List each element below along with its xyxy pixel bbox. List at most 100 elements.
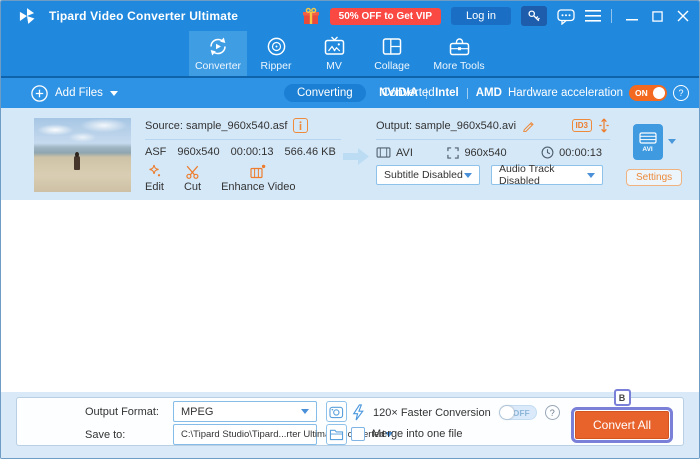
save-to-label: Save to: (85, 429, 173, 441)
merge-checkbox[interactable] (351, 427, 365, 441)
merge-label: Merge into one file (372, 428, 463, 440)
gift-icon[interactable] (302, 7, 320, 25)
subtitle-dropdown[interactable]: Subtitle Disabled (376, 165, 480, 185)
app-window: Tipard Video Converter Ultimate 50% OFF … (0, 0, 700, 459)
output-resolution: 960x540 (464, 147, 506, 159)
app-title: Tipard Video Converter Ultimate (49, 9, 238, 23)
tv-media-icon (323, 36, 346, 57)
register-key-button[interactable] (521, 6, 547, 26)
app-logo-icon (17, 6, 37, 26)
film-icon (376, 147, 391, 158)
toggle-knob (500, 406, 514, 419)
help-icon[interactable]: ? (673, 85, 689, 101)
video-thumbnail (34, 118, 131, 192)
output-format-value: MPEG (181, 406, 213, 418)
audio-track-dropdown[interactable]: Audio Track Disabled (491, 165, 603, 185)
login-button[interactable]: Log in (451, 7, 511, 25)
file-list-empty-area (1, 200, 699, 392)
toggle-knob (653, 87, 665, 99)
source-duration: 00:00:13 (231, 146, 274, 158)
bottom-bar: Output Format: MPEG Save to: C:\Tipard S… (1, 392, 699, 458)
tab-collage[interactable]: Collage (363, 31, 421, 76)
maximize-icon[interactable] (652, 11, 663, 22)
reorder-arrows-icon[interactable] (598, 118, 610, 133)
disc-icon (266, 36, 287, 57)
add-files-button[interactable]: Add Files (31, 85, 118, 102)
toolbox-icon (448, 36, 471, 57)
gpu-separator (426, 88, 427, 99)
feedback-icon[interactable] (557, 8, 575, 25)
collage-grid-icon (381, 36, 403, 57)
converting-tab[interactable]: Converting (284, 84, 366, 102)
titlebar-separator (611, 9, 612, 23)
gpu-intel-label: Intel (435, 87, 459, 99)
id3-tag-button[interactable]: ID3 (572, 119, 592, 132)
faster-conversion-toggle[interactable]: OFF (499, 405, 537, 420)
info-icon[interactable] (293, 118, 308, 133)
gpu-amd-label: AMD (476, 87, 502, 99)
help-icon[interactable]: ? (545, 405, 560, 420)
annotation-b-badge: B (614, 389, 631, 406)
open-folder-icon[interactable] (326, 424, 347, 445)
tab-ripper[interactable]: Ripper (247, 31, 305, 76)
faster-conversion-label: 120× Faster Conversion (373, 407, 491, 419)
enhance-icon (250, 164, 266, 179)
converter-icon (206, 36, 230, 57)
output-format: AVI (396, 147, 413, 159)
save-path-dropdown[interactable]: C:\Tipard Studio\Tipard...rter Ultimate\… (173, 424, 317, 445)
hw-accel-label: Hardware acceleration (508, 87, 623, 99)
output-profile-button[interactable]: AVI (633, 124, 663, 160)
source-resolution: 960x540 (177, 146, 219, 158)
main-tab-bar: Converter Ripper MV (1, 31, 699, 78)
output-format-label: Output Format: (85, 406, 173, 418)
gpu-separator (467, 88, 468, 99)
divider (376, 139, 610, 140)
plus-circle-icon (31, 85, 48, 102)
divider (145, 139, 341, 140)
edit-label: Edit (145, 181, 164, 193)
audio-value: Audio Track Disabled (499, 163, 587, 187)
output-duration: 00:00:13 (559, 147, 602, 159)
tab-more-tools[interactable]: More Tools (421, 31, 497, 76)
output-format-dropdown[interactable]: MPEG (173, 401, 317, 422)
tab-label: Ripper (261, 60, 292, 72)
chevron-down-icon (464, 173, 472, 178)
add-files-label: Add Files (55, 87, 103, 99)
tab-label: More Tools (433, 60, 484, 72)
enhance-video-button[interactable]: Enhance Video (221, 164, 295, 193)
menu-icon[interactable] (585, 10, 601, 22)
edit-button[interactable]: Edit (145, 164, 164, 193)
cut-label: Cut (184, 181, 201, 193)
tab-label: Converter (195, 60, 241, 72)
title-bar: Tipard Video Converter Ultimate 50% OFF … (1, 1, 699, 31)
convert-all-button[interactable]: Convert All (575, 411, 669, 439)
source-size: 566.46 KB (284, 146, 335, 158)
chevron-down-icon (587, 173, 595, 178)
lightning-icon (351, 404, 365, 421)
thumbnail-person (74, 156, 80, 170)
close-icon[interactable] (677, 10, 689, 22)
toggle-state-label: OFF (513, 408, 530, 418)
hw-accel-toggle[interactable]: ON (629, 85, 667, 101)
chevron-down-icon (301, 409, 309, 414)
annotation-highlight-border: Convert All (571, 407, 673, 443)
settings-button[interactable]: Settings (626, 169, 682, 186)
vip-offer-badge[interactable]: 50% OFF to Get VIP (330, 8, 441, 25)
scissors-icon (185, 164, 200, 179)
profile-chevron-icon[interactable] (668, 139, 676, 144)
annotation-overlay: B Convert All (571, 389, 673, 443)
tab-converter[interactable]: Converter (189, 31, 247, 76)
enhance-label: Enhance Video (221, 181, 295, 193)
chevron-down-icon (110, 91, 118, 96)
profile-device-icon[interactable] (326, 401, 347, 422)
clock-icon (541, 146, 554, 159)
rename-pencil-icon[interactable] (522, 119, 535, 132)
cut-button[interactable]: Cut (184, 164, 201, 193)
resolution-expand-icon (447, 147, 459, 159)
convert-arrow-icon (343, 146, 370, 167)
tab-mv[interactable]: MV (305, 31, 363, 76)
subtitle-value: Subtitle Disabled (384, 169, 463, 181)
sub-toolbar: Add Files Converting Converted NVIDIA In… (1, 78, 699, 108)
minimize-icon[interactable] (626, 10, 638, 22)
tab-label: MV (326, 60, 342, 72)
